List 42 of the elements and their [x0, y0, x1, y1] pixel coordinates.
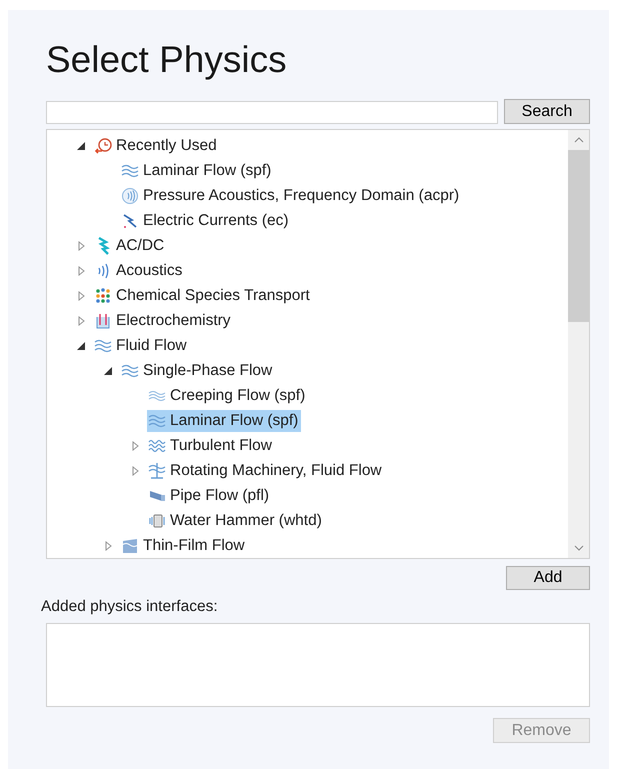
tree-item[interactable]: Pressure Acoustics, Frequency Domain (acpr) — [120, 184, 462, 206]
scroll-thumb[interactable] — [568, 150, 589, 322]
added-interfaces-label: Added physics interfaces: — [41, 597, 219, 617]
tree-item[interactable]: Laminar Flow (spf) — [120, 160, 274, 182]
clock-icon — [94, 136, 112, 154]
tree-item[interactable]: Water Hammer (whtd) — [147, 510, 325, 532]
add-button[interactable]: Add — [506, 566, 590, 590]
expand-arrow-icon[interactable] — [104, 540, 112, 550]
tree-item[interactable]: Acoustics — [93, 260, 186, 282]
scrollbar[interactable] — [568, 130, 589, 558]
tree-item[interactable]: Electrochemistry — [93, 310, 234, 332]
beaker-icon — [94, 312, 112, 330]
expand-arrow-icon[interactable] — [78, 240, 84, 250]
collapse-arrow-icon[interactable] — [77, 342, 85, 350]
rotor-icon — [148, 462, 166, 480]
tree-item[interactable]: Recently Used — [93, 134, 220, 156]
tree-item[interactable]: Creeping Flow (spf) — [147, 384, 308, 406]
expand-arrow-icon[interactable] — [132, 466, 138, 476]
tree-item[interactable]: Fluid Flow — [93, 334, 190, 356]
tree-item[interactable]: Electric Currents (ec) — [120, 210, 292, 232]
tree-item[interactable]: Pipe Flow (pfl) — [147, 484, 272, 506]
tree-item[interactable]: Turbulent Flow — [147, 434, 275, 456]
tree-item[interactable]: Rotating Machinery, Fluid Flow — [147, 460, 385, 482]
sound-circle-icon — [121, 186, 139, 204]
page-title: Select Physics — [46, 38, 288, 82]
expand-arrow-icon[interactable] — [78, 316, 84, 326]
valve-icon — [148, 512, 166, 530]
film-icon — [121, 536, 139, 554]
lightning-icon — [121, 212, 139, 230]
collapse-arrow-icon[interactable] — [77, 142, 85, 150]
expand-arrow-icon[interactable] — [78, 266, 84, 276]
tree-item[interactable]: AC/DC — [93, 234, 168, 256]
dots-icon — [94, 286, 112, 304]
search-button[interactable]: Search — [504, 99, 590, 124]
tree-item[interactable]: Chemical Species Transport — [93, 284, 313, 306]
expand-arrow-icon[interactable] — [78, 290, 84, 300]
search-field[interactable] — [46, 101, 498, 124]
tree-item[interactable]: Laminar Flow (spf) — [147, 410, 302, 432]
tree-item[interactable]: Single-Phase Flow — [120, 360, 276, 382]
tree-item[interactable]: Thin-Film Flow — [120, 534, 248, 556]
collapse-arrow-icon[interactable] — [104, 366, 112, 374]
expand-arrow-icon[interactable] — [132, 440, 138, 450]
